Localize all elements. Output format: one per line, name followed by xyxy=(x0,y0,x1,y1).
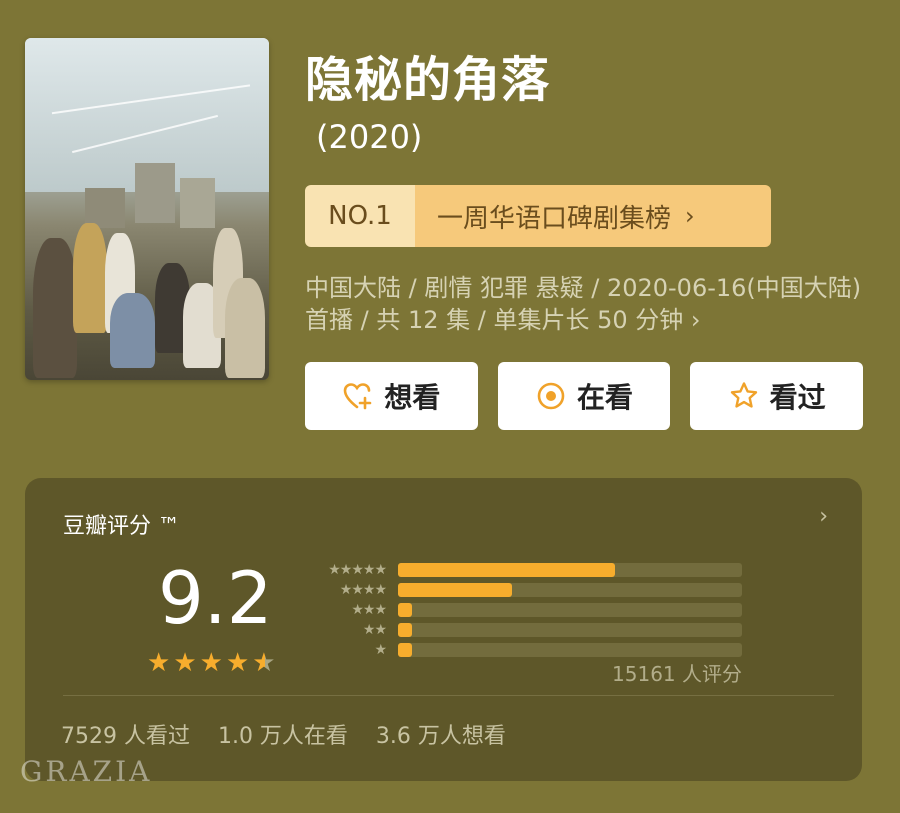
rank-number: NO.1 xyxy=(305,185,415,247)
watch-stats: 7529 人看过 1.0 万人在看 3.6 万人想看 xyxy=(61,724,506,749)
rating-count: 15161 人评分 xyxy=(612,662,742,686)
want-to-watch-button[interactable]: 想看 xyxy=(305,362,478,430)
distribution-row: ★ xyxy=(302,642,742,658)
rating-score: 9.2 xyxy=(158,556,273,640)
release-year: (2020) xyxy=(316,118,423,156)
chevron-right-icon: › xyxy=(685,202,695,230)
watching-button[interactable]: 在看 xyxy=(497,362,671,430)
poster-person xyxy=(33,238,77,378)
watched-label: 看过 xyxy=(769,381,826,414)
distribution-bar xyxy=(398,563,742,577)
poster-person xyxy=(225,278,265,378)
rank-list-name: 一周华语口碑剧集榜 xyxy=(437,203,672,234)
rank-list-link[interactable]: 一周华语口碑剧集榜 › xyxy=(415,185,771,247)
distribution-bar-fill xyxy=(398,623,412,637)
distribution-bar xyxy=(398,583,742,597)
watched-button[interactable]: 看过 xyxy=(690,362,864,430)
show-meta-info[interactable]: 中国大陆 / 剧情 犯罪 悬疑 / 2020-06-16(中国大陆) 首播 / … xyxy=(305,272,875,336)
poster-building xyxy=(135,163,175,223)
rating-label: 豆瓣评分 ™ xyxy=(63,514,180,539)
star-icon: ★ xyxy=(225,648,250,678)
heart-plus-icon xyxy=(344,383,372,410)
target-circle-icon xyxy=(537,382,565,410)
distribution-stars-label: ★★★ xyxy=(351,602,387,618)
star-icon: ★ xyxy=(252,648,276,678)
distribution-bar-fill xyxy=(398,643,412,657)
chevron-right-icon[interactable]: › xyxy=(819,504,828,529)
star-icon: ★ xyxy=(147,648,171,678)
watching-label: 在看 xyxy=(577,381,634,414)
distribution-row: ★★ xyxy=(302,622,742,638)
star-icon: ★ xyxy=(173,648,197,678)
poster-image[interactable] xyxy=(25,38,269,380)
ranking-banner[interactable]: NO.1 一周华语口碑剧集榜 › xyxy=(305,185,771,247)
action-buttons: 想看 在看 看过 xyxy=(305,362,864,430)
distribution-bar xyxy=(398,623,742,637)
distribution-bar-fill xyxy=(398,563,615,577)
distribution-row: ★★★★★ xyxy=(302,562,742,578)
divider xyxy=(63,695,834,696)
poster-building xyxy=(85,188,125,228)
distribution-bar-fill xyxy=(398,583,512,597)
rating-card[interactable]: 豆瓣评分 ™ › 9.2 ★ ★ ★ ★ ★ ★★★★★ ★★★★ ★★★ ★★ ★ 15161… xyxy=(25,478,862,781)
distribution-row: ★★★ xyxy=(302,602,742,618)
poster-building xyxy=(180,178,215,228)
page-title: 隐秘的角落 xyxy=(305,52,551,108)
poster-person xyxy=(110,293,155,368)
distribution-bar xyxy=(398,643,742,657)
star-outline-icon xyxy=(730,382,757,408)
star-icon: ★ xyxy=(199,648,223,678)
distribution-bar-fill xyxy=(398,603,412,617)
distribution-stars-label: ★★★★★ xyxy=(328,562,387,578)
rating-stars: ★ ★ ★ ★ ★ xyxy=(147,650,276,676)
want-to-watch-label: 想看 xyxy=(384,381,441,414)
distribution-stars-label: ★ xyxy=(374,642,387,658)
distribution-bar xyxy=(398,603,742,617)
poster-person xyxy=(73,223,107,333)
distribution-row: ★★★★ xyxy=(302,582,742,598)
distribution-stars-label: ★★★★ xyxy=(339,582,387,598)
distribution-stars-label: ★★ xyxy=(362,622,387,638)
watermark-logo: GRAZIA xyxy=(20,755,153,788)
